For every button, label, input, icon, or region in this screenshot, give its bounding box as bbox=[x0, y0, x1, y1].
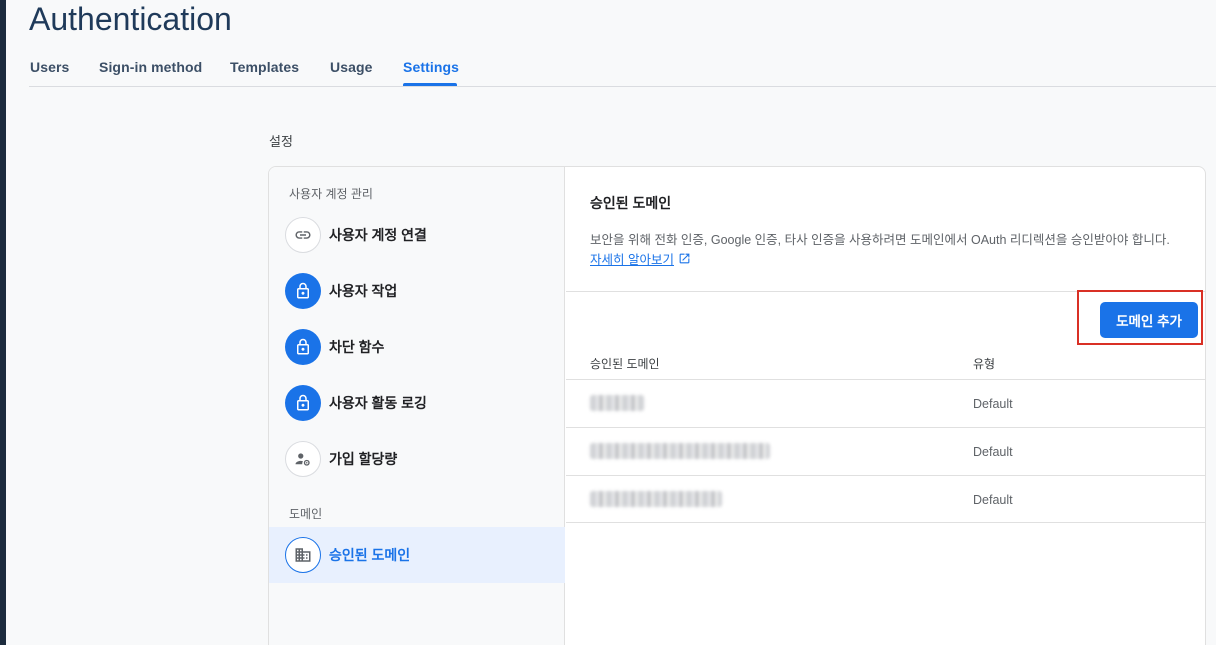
tab-sign-in-method[interactable]: Sign-in method bbox=[99, 59, 202, 75]
link-icon bbox=[285, 217, 321, 253]
column-header-type: 유형 bbox=[973, 357, 996, 371]
redacted-domain bbox=[590, 395, 644, 411]
sidebar-item-label: 차단 함수 bbox=[329, 339, 385, 355]
page-title: Authentication bbox=[29, 1, 232, 37]
learn-more-link[interactable]: 자세히 알아보기 bbox=[590, 249, 691, 268]
sidebar-item-blocking-functions[interactable]: 차단 함수 bbox=[269, 319, 565, 375]
lock-icon bbox=[285, 273, 321, 309]
sidebar-item-activity-logging[interactable]: 사용자 활동 로깅 bbox=[269, 375, 565, 431]
table-row[interactable]: Default bbox=[566, 427, 1205, 475]
active-tab-indicator bbox=[403, 83, 457, 86]
authorized-domains-panel: 승인된 도메인 보안을 위해 전화 인증, Google 인증, 타사 인증을 … bbox=[566, 167, 1205, 645]
lock-icon bbox=[285, 329, 321, 365]
settings-sidebar: 사용자 계정 관리 사용자 계정 연결 사용자 작업 차단 함수 사용자 활동 … bbox=[269, 167, 565, 645]
sidebar-item-label: 사용자 계정 연결 bbox=[329, 227, 427, 243]
sidebar-item-account-linking[interactable]: 사용자 계정 연결 bbox=[269, 207, 565, 263]
sidebar-item-label: 승인된 도메인 bbox=[329, 547, 411, 563]
panel-title: 승인된 도메인 bbox=[590, 195, 672, 211]
table-row[interactable]: Default bbox=[566, 475, 1205, 523]
tab-templates[interactable]: Templates bbox=[230, 59, 299, 75]
redacted-domain bbox=[590, 491, 722, 507]
sidebar-group-user-accounts: 사용자 계정 관리 bbox=[289, 187, 373, 201]
sidebar-item-label: 가입 할당량 bbox=[329, 451, 398, 467]
tab-users[interactable]: Users bbox=[30, 59, 69, 75]
tab-usage[interactable]: Usage bbox=[330, 59, 373, 75]
building-icon bbox=[285, 537, 321, 573]
settings-card: 사용자 계정 관리 사용자 계정 연결 사용자 작업 차단 함수 사용자 활동 … bbox=[268, 166, 1206, 645]
left-rail bbox=[0, 0, 6, 645]
add-domain-button[interactable]: 도메인 추가 bbox=[1100, 302, 1198, 338]
sidebar-item-sign-up-quota[interactable]: 가입 할당량 bbox=[269, 431, 565, 487]
sidebar-group-domain: 도메인 bbox=[289, 507, 323, 521]
learn-more-label: 자세히 알아보기 bbox=[590, 253, 674, 267]
domain-type: Default bbox=[973, 397, 1013, 411]
sidebar-item-label: 사용자 작업 bbox=[329, 283, 398, 299]
sidebar-item-authorized-domains[interactable]: 승인된 도메인 bbox=[269, 527, 565, 583]
table-row[interactable]: Default bbox=[566, 379, 1205, 427]
domain-type: Default bbox=[973, 493, 1013, 507]
lock-icon bbox=[285, 385, 321, 421]
sidebar-item-user-actions[interactable]: 사용자 작업 bbox=[269, 263, 565, 319]
domain-type: Default bbox=[973, 445, 1013, 459]
column-header-domain: 승인된 도메인 bbox=[590, 357, 660, 371]
tab-settings[interactable]: Settings bbox=[403, 59, 459, 75]
tab-bar: Users Sign-in method Templates Usage Set… bbox=[29, 50, 1216, 87]
redacted-domain bbox=[590, 443, 770, 459]
external-link-icon bbox=[679, 253, 690, 264]
sidebar-item-label: 사용자 활동 로깅 bbox=[329, 395, 427, 411]
panel-description: 보안을 위해 전화 인증, Google 인증, 타사 인증을 사용하려면 도메… bbox=[590, 233, 1170, 247]
settings-section-label: 설정 bbox=[269, 134, 293, 149]
user-settings-icon bbox=[285, 441, 321, 477]
